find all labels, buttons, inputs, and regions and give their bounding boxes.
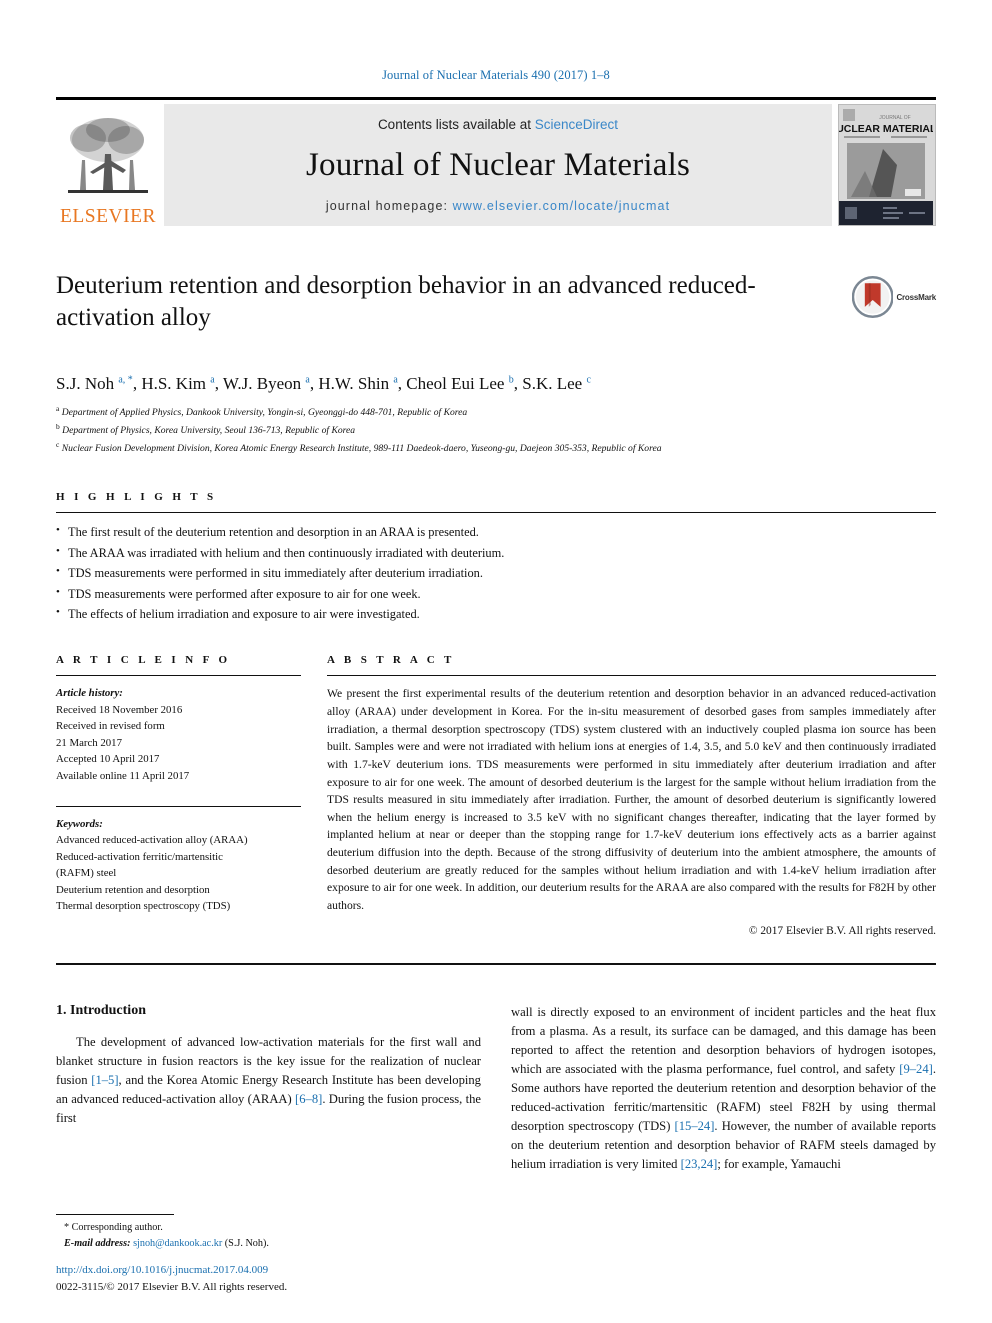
email-label: E-mail address: xyxy=(64,1237,131,1249)
masthead: ELSEVIER Contents lists available at Sci… xyxy=(56,104,936,226)
sciencedirect-link[interactable]: ScienceDirect xyxy=(535,117,618,132)
body-left-column: 1. Introduction The development of advan… xyxy=(56,1003,481,1173)
affiliation-text: Department of Physics, Korea University,… xyxy=(62,425,356,437)
abstract-heading: A B S T R A C T xyxy=(327,654,455,667)
svg-text:JOURNAL OF: JOURNAL OF xyxy=(879,115,910,121)
elsevier-wordmark: ELSEVIER xyxy=(59,205,157,227)
journal-homepage-link[interactable]: www.elsevier.com/locate/jnucmat xyxy=(453,199,671,213)
abstract-rule xyxy=(327,675,936,677)
keywords-title: Keywords: xyxy=(56,817,103,830)
article-info-column: A R T I C L E I N F O Article history: R… xyxy=(56,654,301,937)
history-line: Received in revised form xyxy=(56,720,165,733)
highlight-item: The first result of the deuterium retent… xyxy=(56,521,936,542)
abstract-text: We present the first experimental result… xyxy=(327,687,936,912)
article-info-heading: A R T I C L E I N F O xyxy=(56,654,231,667)
highlights-rule xyxy=(56,512,936,514)
journal-cover-thumbnail: JOURNAL OF NUCLEAR MATERIALS xyxy=(838,104,936,226)
footnote-rule xyxy=(56,1214,174,1216)
affiliation-item: a Department of Applied Physics, Dankook… xyxy=(56,403,936,421)
doi-block: http://dx.doi.org/10.1016/j.jnucmat.2017… xyxy=(56,1262,556,1295)
affiliation-marker: c xyxy=(56,440,60,450)
contents-available-line: Contents lists available at ScienceDirec… xyxy=(378,117,618,132)
body-right-column: wall is directly exposed to an environme… xyxy=(511,1003,936,1173)
affiliation-marker: b xyxy=(56,422,60,432)
crossmark-icon xyxy=(852,276,894,318)
doi-link[interactable]: http://dx.doi.org/10.1016/j.jnucmat.2017… xyxy=(56,1262,556,1279)
running-head: Journal of Nuclear Materials 490 (2017) … xyxy=(382,68,610,82)
body-columns: 1. Introduction The development of advan… xyxy=(56,1003,936,1173)
journal-title: Journal of Nuclear Materials xyxy=(305,147,691,183)
history-line: Available online 11 April 2017 xyxy=(56,769,190,782)
homepage-prefix: journal homepage: xyxy=(325,199,453,213)
elsevier-logo: ELSEVIER xyxy=(56,104,160,226)
corresponding-author-line: * Corresponding author. xyxy=(56,1220,462,1235)
keywords-block: Keywords: Advanced reduced-activation al… xyxy=(56,805,301,914)
crossmark-label: CrossMark xyxy=(896,292,936,302)
author-list: S.J. Noh a, *, H.S. Kim a, W.J. Byeon a,… xyxy=(56,374,591,393)
highlights-section: H I G H L I G H T S The first result of … xyxy=(56,491,936,624)
history-line: Received 18 November 2016 xyxy=(56,703,183,716)
article-page: Journal of Nuclear Materials 490 (2017) … xyxy=(0,0,992,1323)
history-line: Accepted 10 April 2017 xyxy=(56,753,160,766)
affiliation-item: c Nuclear Fusion Development Division, K… xyxy=(56,439,936,457)
highlight-item: The ARAA was irradiated with helium and … xyxy=(56,542,936,563)
keyword-item: Deuterium retention and desorption xyxy=(56,883,210,896)
title-block: Deuterium retention and desorption behav… xyxy=(56,270,936,354)
highlights-heading: H I G H L I G H T S xyxy=(56,491,217,504)
article-info-rule xyxy=(56,675,301,677)
history-line: 21 March 2017 xyxy=(56,736,122,749)
affiliation-marker: a xyxy=(56,404,60,413)
masthead-container: ELSEVIER Contents lists available at Sci… xyxy=(56,97,936,226)
highlight-item: TDS measurements were performed in situ … xyxy=(56,562,936,583)
abstract-copyright: © 2017 Elsevier B.V. All rights reserved… xyxy=(748,925,936,938)
highlights-list: The first result of the deuterium retent… xyxy=(56,521,936,624)
affiliation-text: Nuclear Fusion Development Division, Kor… xyxy=(61,443,662,455)
affiliation-item: b Department of Physics, Korea Universit… xyxy=(56,421,936,439)
affiliation-list: a Department of Applied Physics, Dankook… xyxy=(56,403,936,457)
affiliation-text: Department of Applied Physics, Dankook U… xyxy=(61,407,468,419)
keyword-item: Advanced reduced-activation alloy (ARAA) xyxy=(56,834,248,847)
journal-band: Contents lists available at ScienceDirec… xyxy=(164,104,832,226)
contents-prefix: Contents lists available at xyxy=(377,117,535,132)
email-line: E-mail address: sjnoh@dankook.ac.kr (S.J… xyxy=(56,1236,462,1251)
keyword-item: Thermal desorption spectroscopy (TDS) xyxy=(56,899,231,912)
paper-title: Deuterium retention and desorption behav… xyxy=(56,272,756,331)
email-link[interactable]: sjnoh@dankook.ac.kr xyxy=(133,1238,222,1249)
svg-text:NUCLEAR MATERIALS: NUCLEAR MATERIALS xyxy=(839,123,933,135)
info-abstract-row: A R T I C L E I N F O Article history: R… xyxy=(56,654,936,937)
abstract-column: A B S T R A C T We present the first exp… xyxy=(327,654,936,937)
corresponding-label: Corresponding author. xyxy=(71,1222,163,1234)
keyword-item: Reduced-activation ferritic/martensitic xyxy=(56,850,223,863)
corresponding-marker: * xyxy=(64,1222,70,1234)
section-heading-introduction: 1. Introduction xyxy=(56,1003,146,1019)
intro-paragraph-right: wall is directly exposed to an environme… xyxy=(511,1005,936,1171)
crossmark-badge[interactable]: CrossMark xyxy=(852,270,936,324)
article-history-block: Article history: Received 18 November 20… xyxy=(56,685,301,783)
keyword-item: (RAFM) steel xyxy=(56,867,117,880)
corresponding-author-footnote: * Corresponding author. E-mail address: … xyxy=(56,1214,462,1251)
intro-paragraph-left: The development of advanced low-activati… xyxy=(56,1035,481,1125)
issn-copyright-line: 0022-3115/© 2017 Elsevier B.V. All right… xyxy=(56,1280,288,1293)
article-history-title: Article history: xyxy=(56,687,123,700)
journal-homepage-line: journal homepage: www.elsevier.com/locat… xyxy=(326,199,670,213)
email-suffix: (S.J. Noh). xyxy=(224,1237,269,1249)
cover-artwork: JOURNAL OF NUCLEAR MATERIALS xyxy=(839,105,935,225)
highlight-item: The effects of helium irradiation and ex… xyxy=(56,603,936,624)
abstract-bottom-rule xyxy=(56,963,936,966)
elsevier-tree-icon xyxy=(68,117,148,193)
highlight-item: TDS measurements were performed after ex… xyxy=(56,583,936,604)
